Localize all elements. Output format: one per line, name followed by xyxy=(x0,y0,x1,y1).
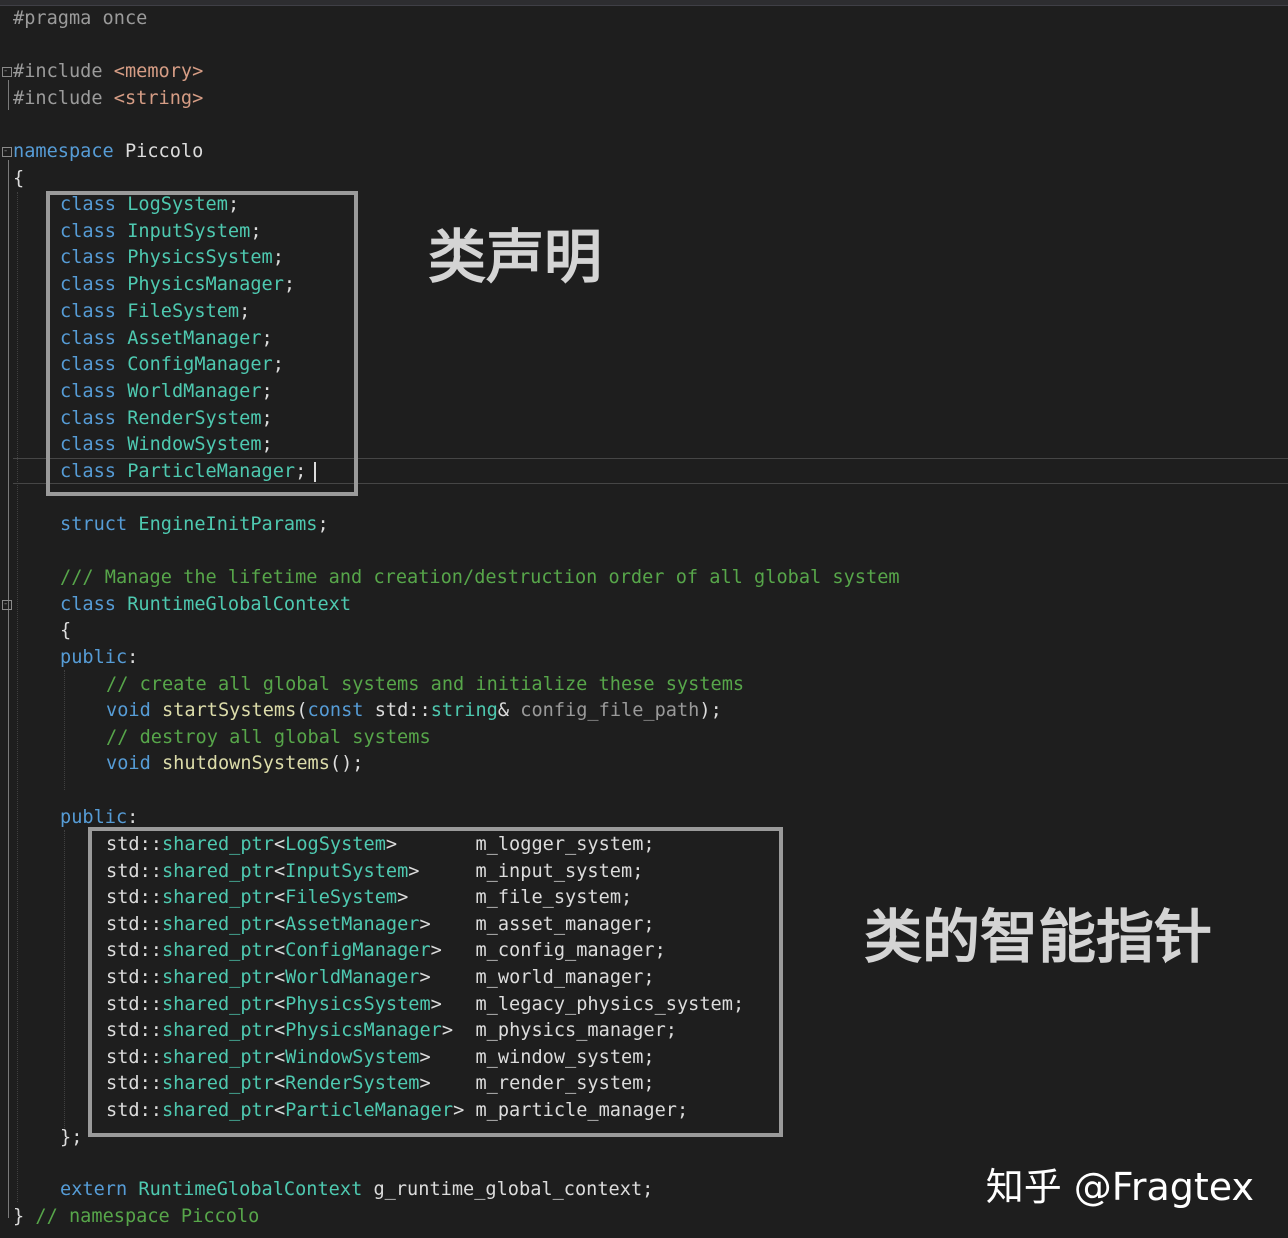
code-line-doc-comment[interactable]: /// Manage the lifetime and creation/des… xyxy=(60,565,900,591)
fold-bracket xyxy=(8,80,9,110)
code-line-comment-create[interactable]: // create all global systems and initial… xyxy=(106,672,744,698)
code-line-shutdown-systems[interactable]: void shutdownSystems(); xyxy=(106,751,364,777)
class-declaration-annotation: 类声明 xyxy=(428,223,603,291)
code-line-namespace[interactable]: namespace Piccolo xyxy=(13,139,203,165)
smart-pointer-annotation: 类的智能指针 xyxy=(864,903,1213,971)
fold-toggle-icon[interactable] xyxy=(2,147,12,157)
indent-guide xyxy=(17,192,18,1202)
code-line-struct[interactable]: struct EngineInitParams; xyxy=(60,512,329,538)
indent-guide xyxy=(64,830,65,1130)
class-declaration-highlight-box xyxy=(46,191,358,496)
code-line-open-brace[interactable]: { xyxy=(13,166,24,192)
code-line-class-close[interactable]: }; xyxy=(60,1125,82,1151)
watermark: 知乎 @Fragtex xyxy=(985,1165,1254,1209)
code-line-extern[interactable]: extern RuntimeGlobalContext g_runtime_gl… xyxy=(60,1177,653,1203)
code-line-class-open[interactable]: { xyxy=(60,618,71,644)
code-line-comment-destroy[interactable]: // destroy all global systems xyxy=(106,725,431,751)
code-line-public-1[interactable]: public: xyxy=(60,645,138,671)
fold-toggle-icon[interactable] xyxy=(2,600,12,610)
fold-toggle-icon[interactable] xyxy=(2,67,12,77)
fold-bracket xyxy=(8,612,9,1152)
code-line-include-string[interactable]: #include <string> xyxy=(13,86,203,112)
code-line-namespace-close[interactable]: } // namespace Piccolo xyxy=(13,1204,259,1230)
code-line-class-rgc[interactable]: class RuntimeGlobalContext xyxy=(60,592,351,618)
code-line-pragma[interactable]: #pragma once xyxy=(13,6,147,32)
code-line-include-memory[interactable]: #include <memory> xyxy=(13,59,203,85)
editor-top-border xyxy=(0,0,1288,6)
code-line-start-systems[interactable]: void startSystems(const std::string& con… xyxy=(106,698,722,724)
smart-pointer-highlight-box xyxy=(88,827,783,1137)
indent-guide xyxy=(64,670,65,790)
